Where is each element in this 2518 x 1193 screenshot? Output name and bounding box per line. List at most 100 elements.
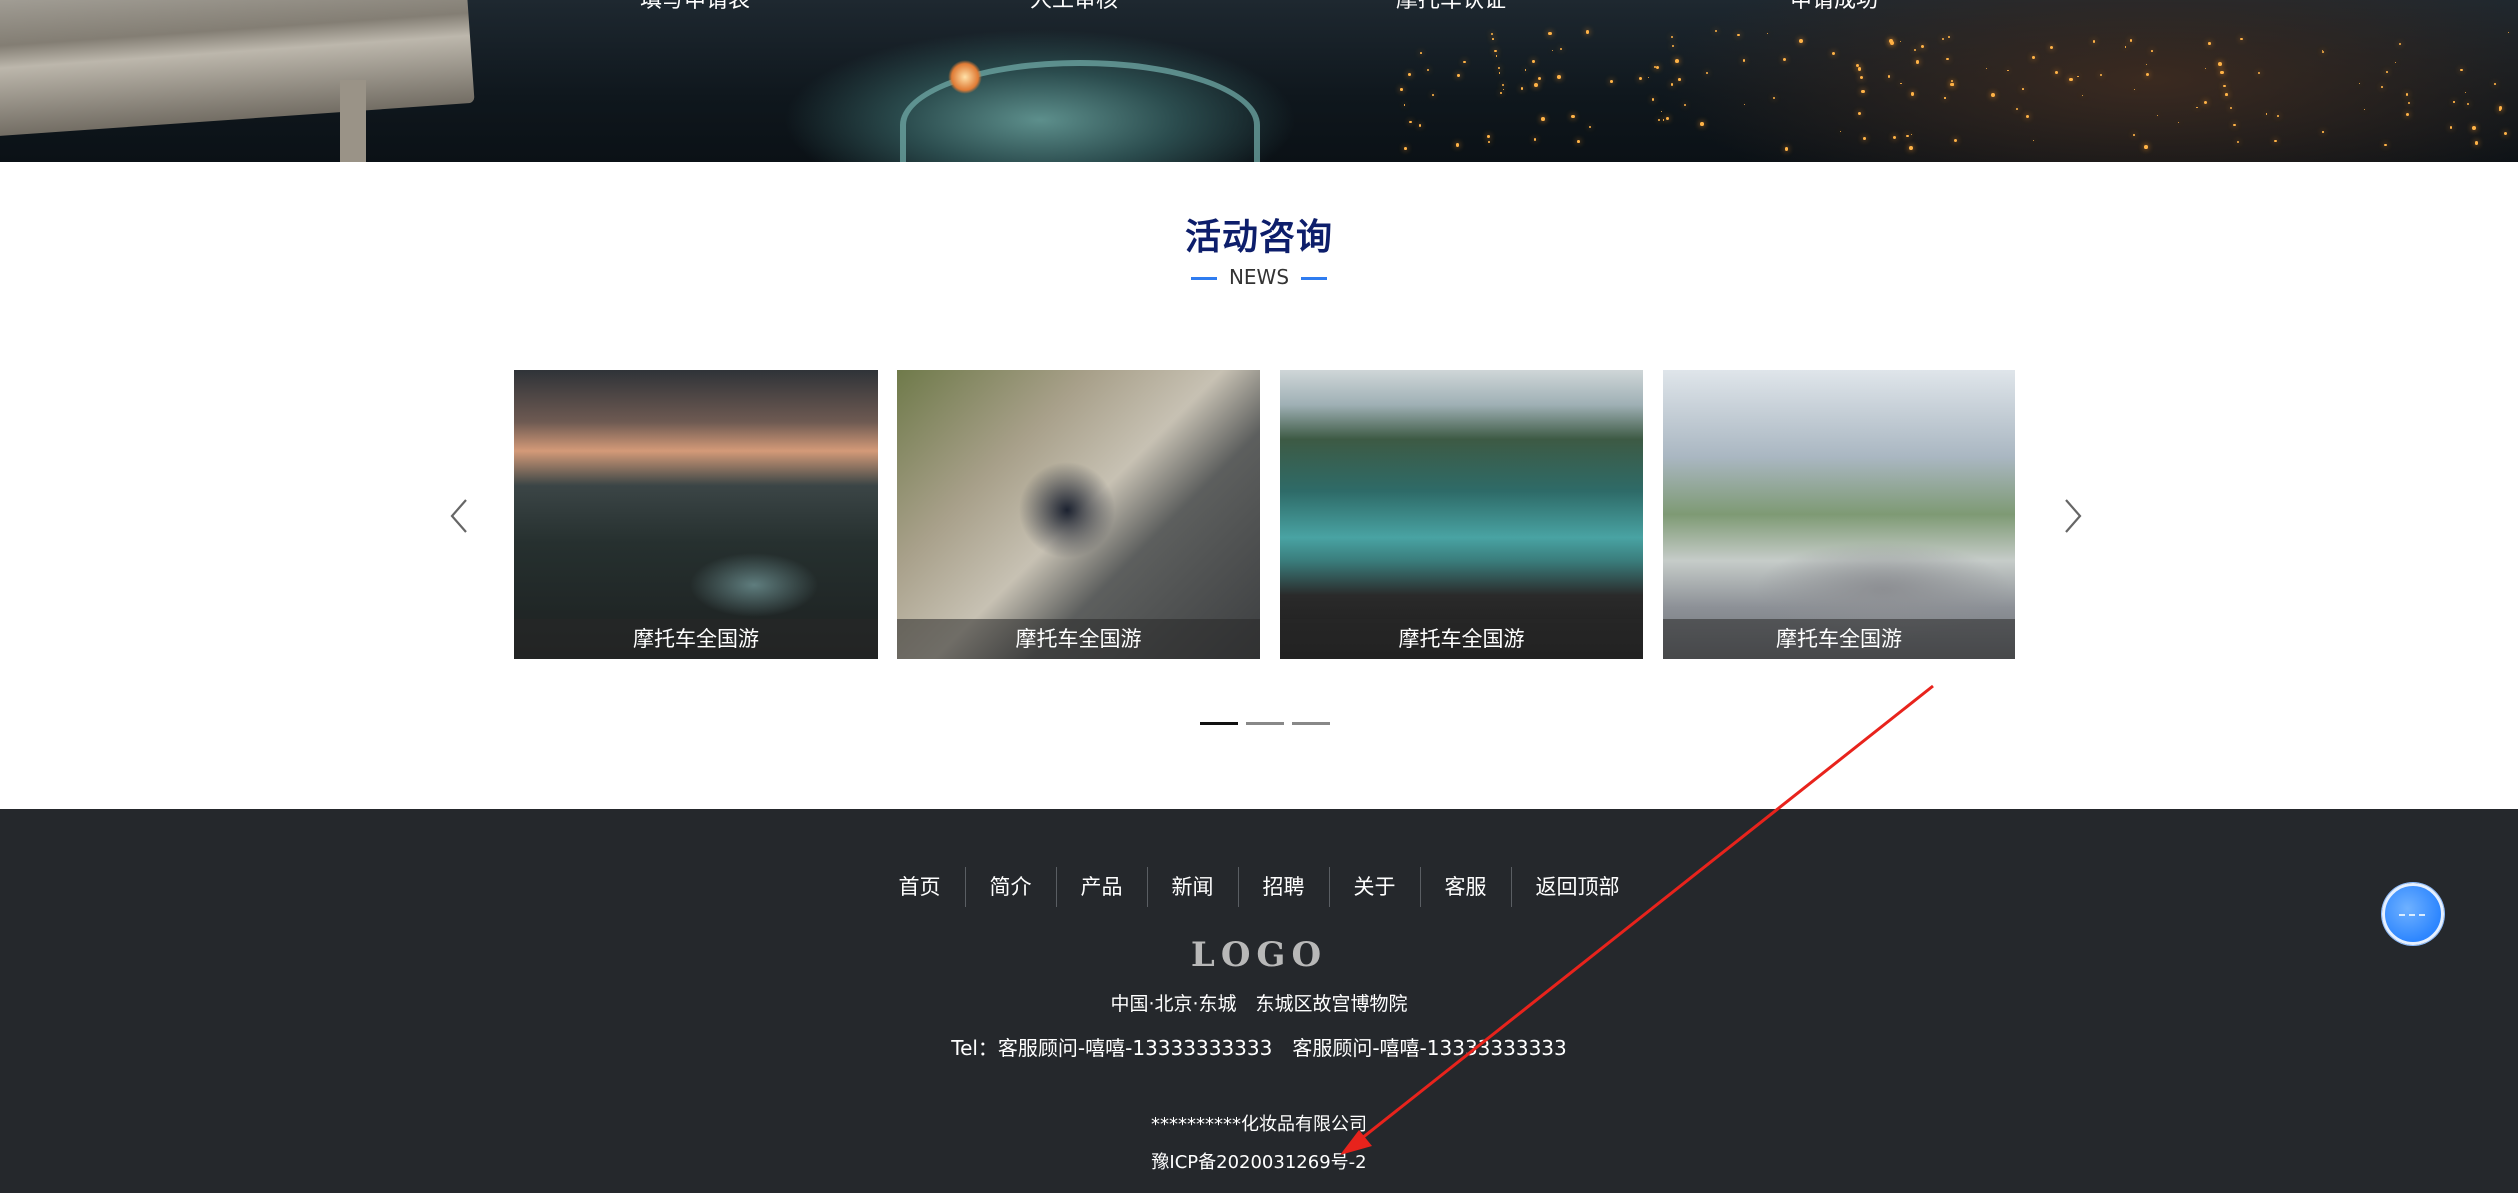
news-card[interactable]: 摩托车全国游	[1280, 370, 1643, 659]
city-light	[1951, 83, 1955, 86]
city-light	[2474, 141, 2479, 145]
guardrail-post	[340, 80, 366, 162]
news-card[interactable]: 摩托车全国游	[897, 370, 1260, 659]
city-light	[1490, 32, 1494, 36]
city-light	[2208, 42, 2211, 45]
city-light	[1495, 55, 1497, 57]
pagination-dot[interactable]	[1292, 722, 1330, 725]
section-title: 活动咨询	[1184, 217, 1333, 258]
city-light	[1920, 45, 1925, 49]
city-light	[2465, 91, 2467, 93]
city-light	[2233, 123, 2236, 127]
city-light	[2472, 125, 2477, 130]
city-light	[1892, 135, 1896, 140]
city-light	[2133, 88, 2135, 91]
city-light	[1557, 75, 1561, 80]
footer-nav-products[interactable]: 产品	[1055, 867, 1147, 907]
floating-service-button[interactable]	[2382, 883, 2444, 945]
city-light	[2015, 108, 2019, 111]
city-light	[1499, 72, 1501, 74]
footer-logo: LOGO	[1190, 935, 1328, 975]
city-light	[1534, 83, 1538, 88]
news-card-caption: 摩托车全国游	[897, 619, 1260, 659]
city-light	[2218, 62, 2223, 66]
city-light	[1772, 96, 1776, 100]
city-light	[2129, 39, 2133, 42]
city-light	[1420, 51, 1423, 54]
city-light	[2321, 51, 2324, 54]
city-light	[2405, 112, 2410, 117]
city-light	[1655, 65, 1659, 69]
city-light	[1651, 97, 1655, 101]
news-card-caption: 摩托车全国游	[514, 619, 878, 659]
city-light	[1658, 118, 1661, 121]
city-light	[2494, 83, 2496, 86]
footer-company: **********化妆品有限公司	[1151, 1114, 1367, 1135]
footer-nav: 首页 简介 产品 新闻 招聘 关于 客服 返回顶部	[0, 867, 2518, 907]
city-light	[1942, 37, 1945, 40]
footer-nav-service[interactable]: 客服	[1419, 867, 1511, 907]
city-light	[1541, 117, 1545, 121]
footer-nav-home[interactable]: 首页	[875, 867, 965, 907]
city-light	[1638, 77, 1642, 81]
city-light	[1946, 57, 1950, 61]
footer-nav-back-to-top[interactable]: 返回顶部	[1510, 867, 1644, 907]
city-light	[2504, 131, 2508, 136]
footer-nav-news[interactable]: 新闻	[1146, 867, 1238, 907]
city-light	[1537, 76, 1541, 81]
city-light	[1571, 114, 1575, 118]
city-light	[2144, 145, 2148, 149]
city-light	[1742, 59, 1746, 62]
city-light	[2025, 114, 2029, 118]
city-light	[1407, 73, 1411, 76]
city-light	[2384, 143, 2387, 146]
city-light	[2236, 140, 2240, 144]
city-light	[2240, 38, 2243, 41]
city-light	[2364, 108, 2366, 110]
city-light	[1861, 89, 1865, 93]
city-light	[1700, 121, 1704, 126]
city-light	[1670, 83, 1674, 86]
footer-nav-intro[interactable]: 简介	[964, 867, 1056, 907]
city-light	[2124, 46, 2127, 48]
title-dash-left	[1190, 277, 1217, 280]
footer-icp[interactable]: 豫ICP备2020031269号-2	[0, 1148, 2518, 1174]
city-light	[1675, 58, 1680, 63]
city-light	[1502, 89, 1504, 91]
city-light	[1737, 33, 1741, 37]
city-light	[2322, 131, 2324, 133]
city-light	[2145, 63, 2148, 66]
footer-nav-jobs[interactable]: 招聘	[1237, 867, 1329, 907]
city-light	[1585, 30, 1590, 34]
city-light	[1418, 124, 1421, 127]
chevron-right-icon	[2065, 499, 2082, 533]
city-light	[1670, 36, 1673, 39]
headlight-glow	[948, 60, 982, 94]
city-light	[1609, 80, 1613, 83]
carousel-prev-button[interactable]	[446, 496, 476, 536]
city-light	[1953, 138, 1957, 142]
city-light	[1911, 133, 1913, 136]
city-light	[2450, 126, 2453, 129]
city-light	[1548, 31, 1552, 35]
city-light	[1839, 130, 1842, 133]
news-card[interactable]: 摩托车全国游	[1663, 370, 2015, 659]
city-light	[1683, 103, 1686, 107]
city-light	[1913, 48, 1917, 52]
city-light	[2399, 42, 2402, 45]
city-light	[2381, 86, 2384, 89]
pagination-dot[interactable]	[1246, 722, 1284, 725]
footer-nav-about[interactable]: 关于	[1328, 867, 1420, 907]
city-light	[1500, 92, 1503, 95]
news-card[interactable]: 摩托车全国游	[514, 370, 878, 659]
city-light	[1532, 60, 1535, 63]
city-light	[2145, 72, 2150, 77]
city-light	[2277, 114, 2279, 117]
pagination-dot[interactable]	[1200, 722, 1238, 725]
city-light	[2358, 82, 2361, 85]
city-light	[1400, 88, 1403, 91]
carousel-next-button[interactable]	[2058, 496, 2088, 536]
city-light	[2132, 134, 2135, 137]
city-light	[2460, 68, 2463, 72]
city-light	[1908, 146, 1913, 150]
